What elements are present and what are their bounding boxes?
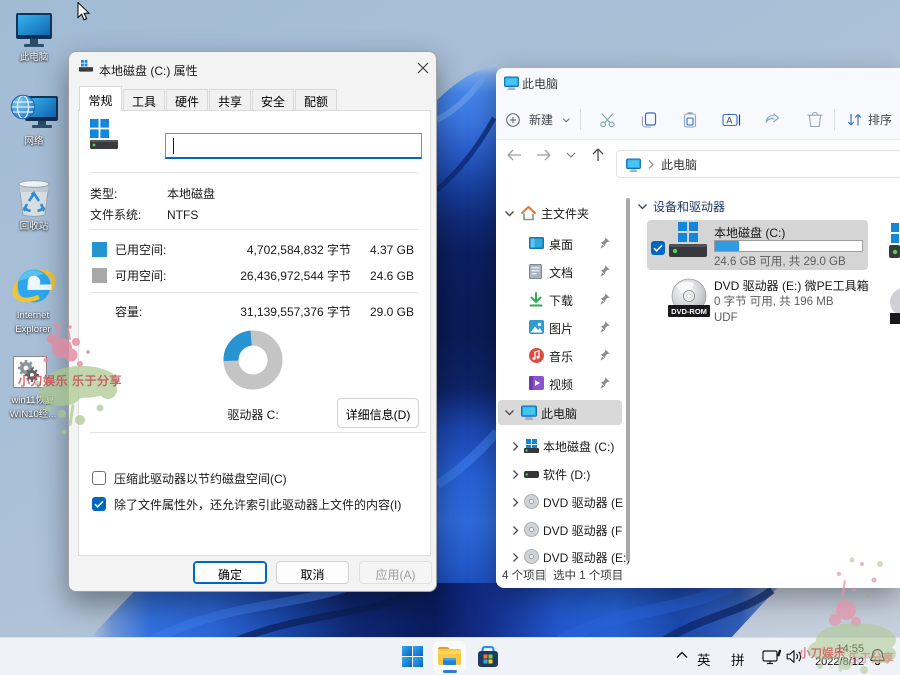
- svg-text:小刀娱乐: 小刀娱乐: [798, 646, 845, 660]
- svg-text:新建: 新建: [529, 112, 553, 127]
- svg-text:排序: 排序: [868, 112, 892, 127]
- svg-text:小刀娱乐: 小刀娱乐: [18, 373, 68, 388]
- svg-text:乐于分享: 乐于分享: [72, 373, 122, 388]
- svg-text:A: A: [726, 115, 732, 125]
- svg-text:乐于分享: 乐于分享: [848, 651, 894, 665]
- svg-text:DVD-ROM: DVD-ROM: [671, 307, 707, 316]
